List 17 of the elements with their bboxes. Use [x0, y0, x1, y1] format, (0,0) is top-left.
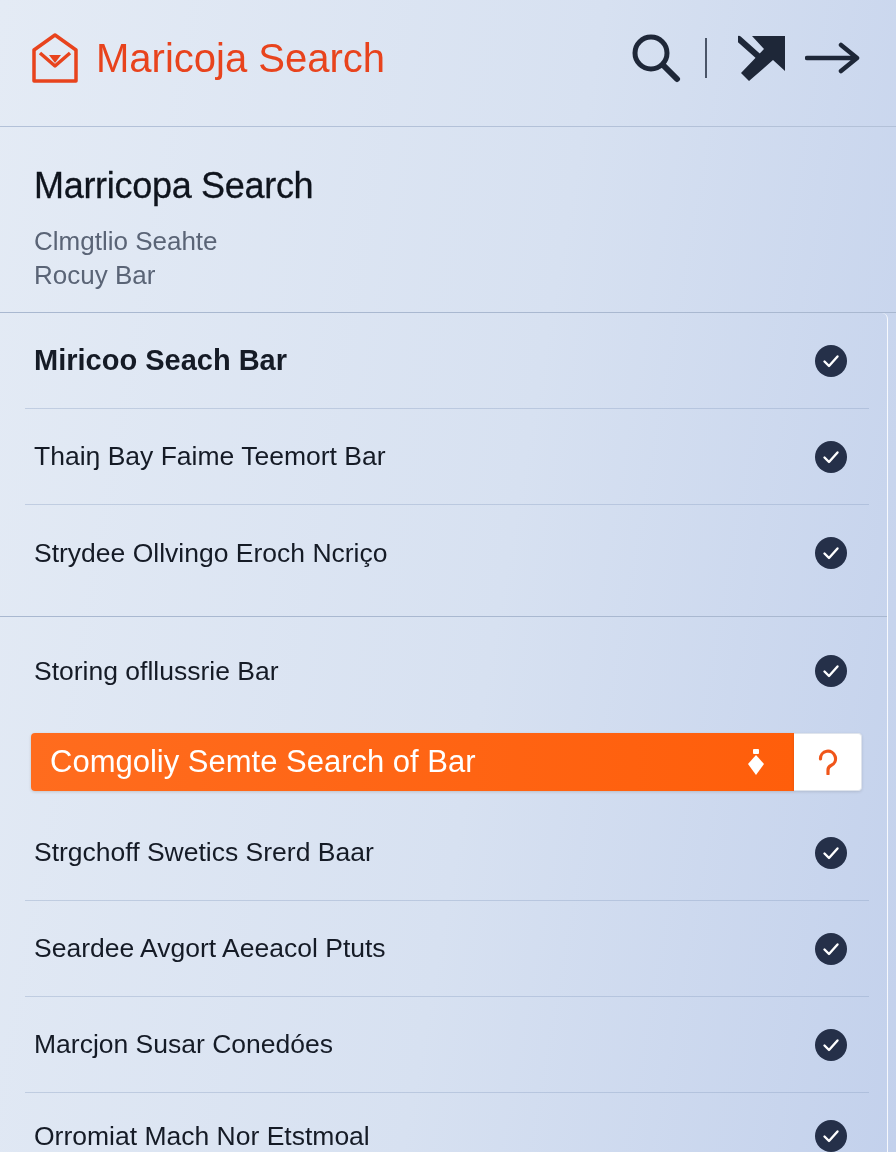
- action-button[interactable]: [794, 733, 862, 791]
- house-logo-icon: [32, 33, 78, 83]
- search-icon[interactable]: [631, 33, 681, 83]
- list-item[interactable]: Seardee Avgort Aeeacol Ptuts: [25, 901, 869, 997]
- list-item[interactable]: Thaiŋ Bay Faime Teemort Bar: [25, 409, 869, 505]
- list-item[interactable]: Miricoo Seach Bar: [25, 313, 869, 409]
- diamond-icon: [747, 749, 765, 775]
- app-title: Maricoja Search: [96, 35, 385, 81]
- list-item[interactable]: Strgchoff Swetics Srerd Baar: [25, 805, 869, 901]
- diagonal-arrow-icon[interactable]: [738, 34, 785, 82]
- list-item[interactable]: Marcjon Susar Conedóes: [25, 997, 869, 1093]
- page-title: Marricopa Search: [34, 164, 314, 208]
- list-item[interactable]: Storing ofllussrie Bar: [25, 623, 869, 719]
- list-item[interactable]: Orromiat Mach Nor Etstmoal: [25, 1093, 869, 1152]
- arrow-right-icon[interactable]: [805, 42, 860, 74]
- subtitle-text: Clmgtlio Seahte Rocuy Bar: [34, 225, 219, 292]
- list-item[interactable]: Strydee Ollvingo Eroch Ncriço: [25, 505, 869, 601]
